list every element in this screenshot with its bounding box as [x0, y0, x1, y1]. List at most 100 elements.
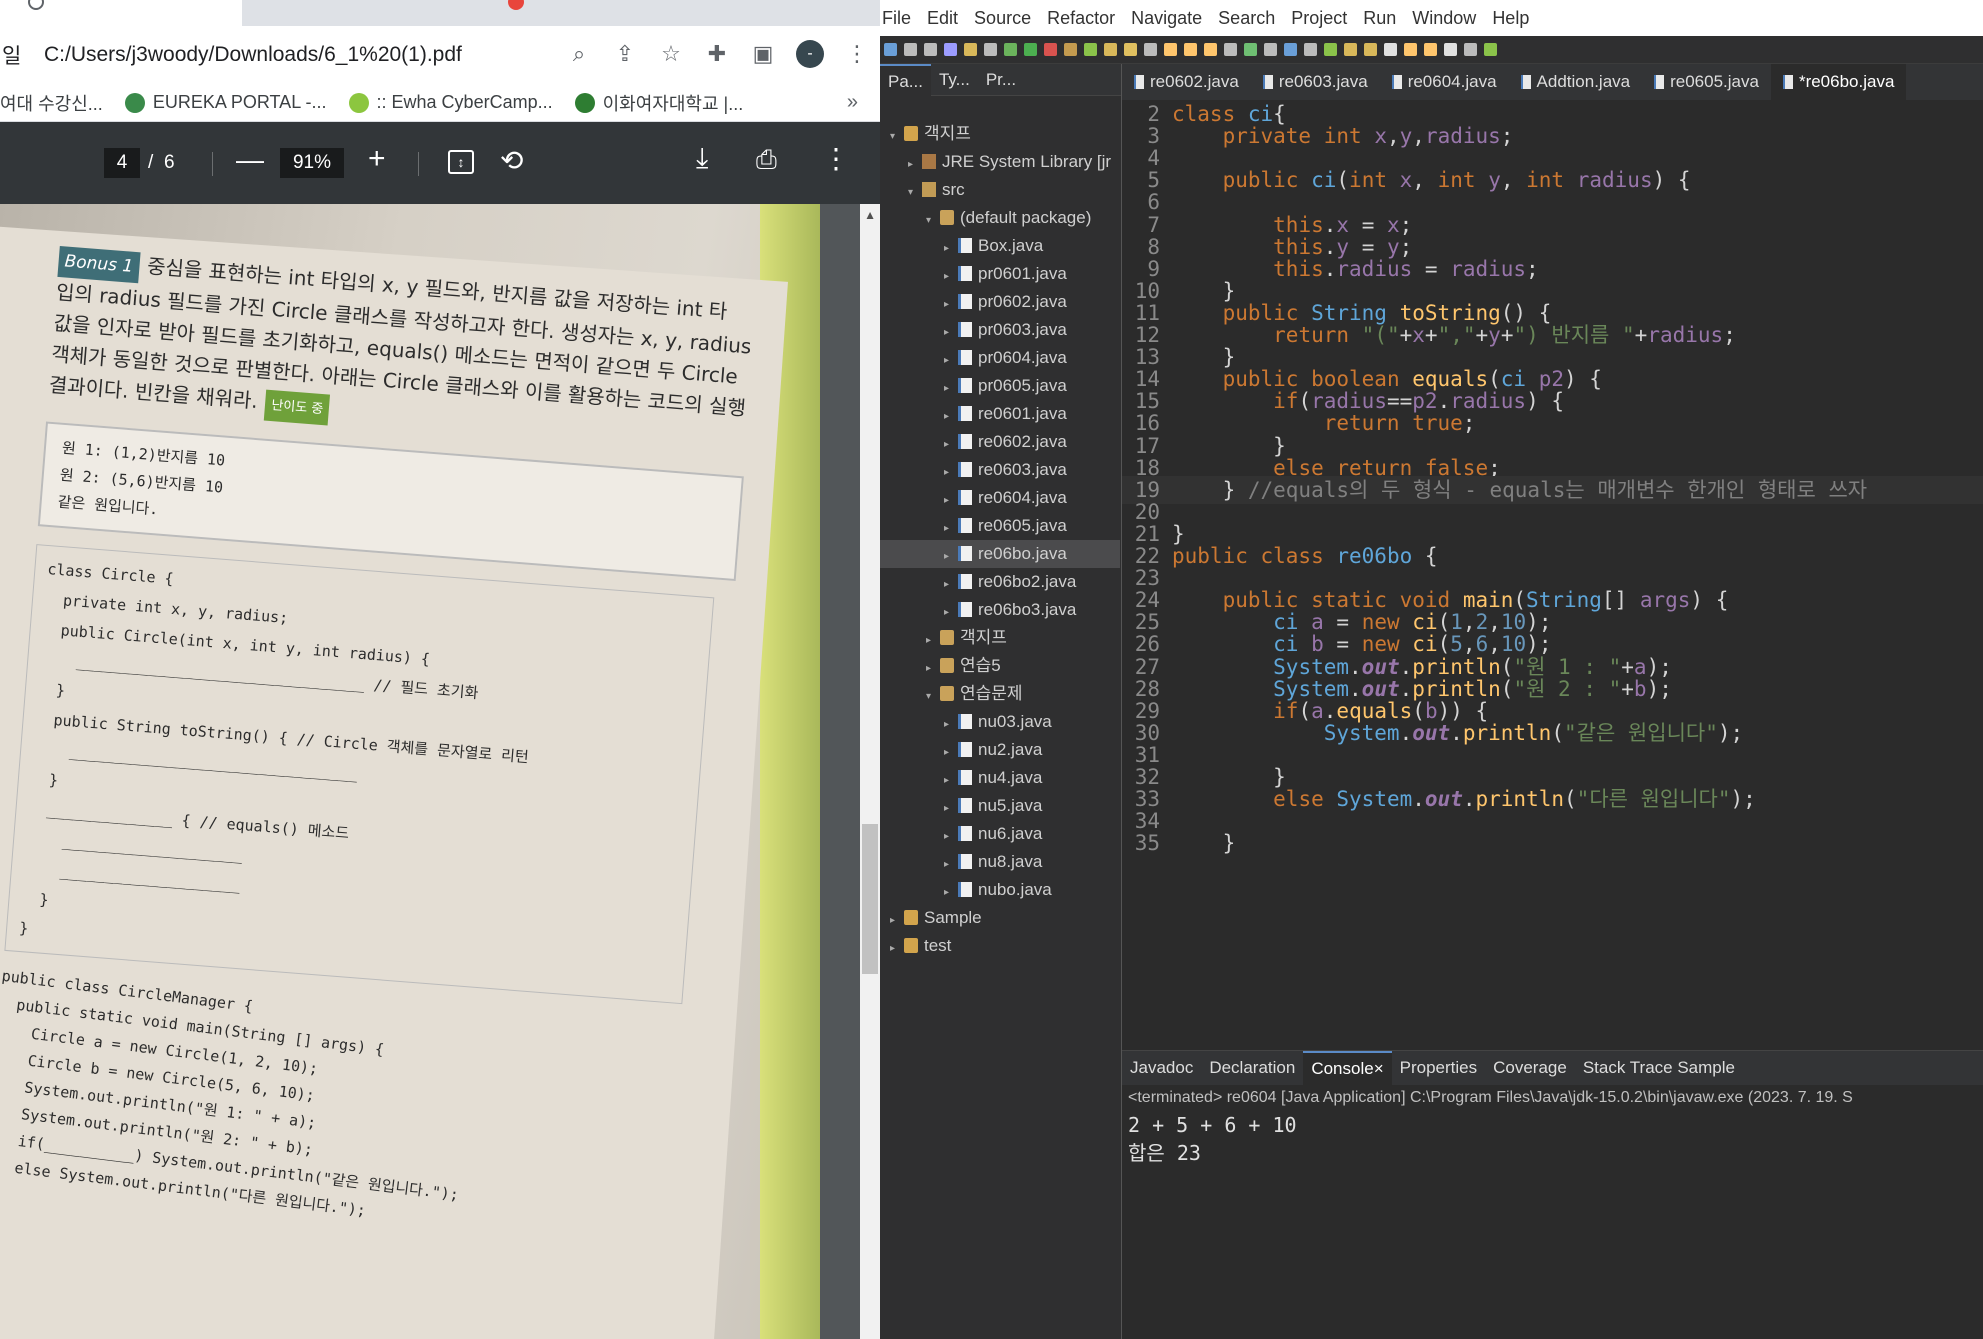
- collapsed-chevron-icon[interactable]: ▸: [944, 375, 958, 403]
- collapsed-chevron-icon[interactable]: ▸: [944, 487, 958, 515]
- tree-item[interactable]: ▾ (default package): [880, 204, 1120, 232]
- toolbar-button-icon[interactable]: [1384, 43, 1397, 56]
- collapsed-chevron-icon[interactable]: ▸: [944, 767, 958, 795]
- collapsed-chevron-icon[interactable]: ▸: [944, 823, 958, 851]
- share-icon[interactable]: ⇪: [612, 41, 638, 67]
- toolbar-button-icon[interactable]: [1224, 43, 1237, 56]
- collapsed-chevron-icon[interactable]: ▸: [944, 543, 958, 571]
- collapsed-chevron-icon[interactable]: ▸: [944, 739, 958, 767]
- scroll-up-icon[interactable]: ▲: [864, 208, 876, 222]
- more-actions-icon[interactable]: ⋮: [822, 142, 850, 175]
- toolbar-button-icon[interactable]: [984, 43, 997, 56]
- toolbar-button-icon[interactable]: [1084, 43, 1097, 56]
- tree-item[interactable]: ▸ nubo.java: [880, 876, 1120, 904]
- bookmark-item[interactable]: 이화여자대학교 |...: [574, 90, 743, 116]
- bottom-tab-stack-trace-sample[interactable]: Stack Trace Sample: [1575, 1051, 1743, 1085]
- collapsed-chevron-icon[interactable]: ▸: [890, 907, 904, 935]
- tree-item[interactable]: ▸ Box.java: [880, 232, 1120, 260]
- zoom-out-icon[interactable]: —: [236, 144, 264, 176]
- collapsed-chevron-icon[interactable]: ▸: [944, 347, 958, 375]
- toolbar-button-icon[interactable]: [1344, 43, 1357, 56]
- collapsed-chevron-icon[interactable]: ▸: [926, 627, 940, 655]
- tree-item[interactable]: ▸ test: [880, 932, 1120, 960]
- collapsed-chevron-icon[interactable]: ▸: [944, 263, 958, 291]
- menu-navigate[interactable]: Navigate: [1131, 8, 1202, 29]
- tree-item[interactable]: ▸ nu6.java: [880, 820, 1120, 848]
- collapsed-chevron-icon[interactable]: ▸: [944, 851, 958, 879]
- tree-item[interactable]: ▸ nu8.java: [880, 848, 1120, 876]
- toolbar-button-icon[interactable]: [1304, 43, 1317, 56]
- menu-project[interactable]: Project: [1291, 8, 1347, 29]
- toolbar-button-icon[interactable]: [1364, 43, 1377, 56]
- bottom-tab-properties[interactable]: Properties: [1392, 1051, 1485, 1085]
- editor-tab[interactable]: re0603.java: [1251, 64, 1380, 100]
- toolbar-button-icon[interactable]: [1204, 43, 1217, 56]
- toolbar-button-icon[interactable]: [1024, 43, 1037, 56]
- collapsed-chevron-icon[interactable]: ▸: [926, 655, 940, 683]
- zoom-in-icon[interactable]: +: [368, 142, 386, 176]
- toolbar-button-icon[interactable]: [944, 43, 957, 56]
- zoom-level-input[interactable]: 91%: [280, 148, 344, 178]
- toolbar-button-icon[interactable]: [1184, 43, 1197, 56]
- menu-edit[interactable]: Edit: [927, 8, 958, 29]
- fit-page-icon[interactable]: ↕: [448, 150, 474, 174]
- tree-item[interactable]: ▸ nu5.java: [880, 792, 1120, 820]
- page-number-input[interactable]: 4: [104, 148, 140, 178]
- toolbar-button-icon[interactable]: [1164, 43, 1177, 56]
- toolbar-button-icon[interactable]: [1404, 43, 1417, 56]
- chrome-menu-icon[interactable]: ⋮: [844, 41, 870, 67]
- pdf-viewport[interactable]: Bonus 1 중심을 표현하는 int 타입의 x, y 필드와, 반지름 값을…: [0, 204, 880, 1339]
- bottom-tab-coverage[interactable]: Coverage: [1485, 1051, 1575, 1085]
- expanded-chevron-icon[interactable]: ▾: [890, 123, 904, 151]
- bookmarks-more-icon[interactable]: »: [847, 91, 858, 114]
- rotate-icon[interactable]: ⟲: [500, 144, 523, 177]
- tree-item[interactable]: ▸ re0604.java: [880, 484, 1120, 512]
- menu-file[interactable]: File: [882, 8, 911, 29]
- editor-tab[interactable]: *re06bo.java: [1770, 64, 1907, 100]
- bottom-tab-console[interactable]: Console ×: [1303, 1051, 1392, 1085]
- menu-window[interactable]: Window: [1412, 8, 1476, 29]
- tree-item[interactable]: ▸ re06bo2.java: [880, 568, 1120, 596]
- toolbar-button-icon[interactable]: [1424, 43, 1437, 56]
- bookmark-item[interactable]: EUREKA PORTAL -...: [124, 92, 327, 113]
- tab-other[interactable]: [246, 0, 524, 20]
- editor-tab[interactable]: Addtion.java: [1509, 64, 1643, 100]
- explorer-tab[interactable]: Ty...: [931, 70, 978, 90]
- collapsed-chevron-icon[interactable]: ▸: [944, 795, 958, 823]
- toolbar-button-icon[interactable]: [1264, 43, 1277, 56]
- toolbar-button-icon[interactable]: [1124, 43, 1137, 56]
- console-output[interactable]: 2 + 5 + 6 + 10 합은 23: [1122, 1111, 1983, 1167]
- toolbar-button-icon[interactable]: [1324, 43, 1337, 56]
- editor-tab[interactable]: re0602.java: [1122, 64, 1251, 100]
- bookmark-item[interactable]: 여대 수강신...: [0, 90, 103, 116]
- close-icon[interactable]: ×: [1374, 1059, 1384, 1079]
- code-editor[interactable]: 2 class ci{3 private int x,y,radius; 4 5 pu…: [1122, 100, 1983, 1050]
- tree-item[interactable]: ▸ re0603.java: [880, 456, 1120, 484]
- tree-item[interactable]: ▸ re06bo.java: [880, 540, 1120, 568]
- download-icon[interactable]: ⤓: [696, 142, 708, 175]
- tree-item[interactable]: ▸ Sample: [880, 904, 1120, 932]
- tree-item[interactable]: ▸ 연습5: [880, 652, 1120, 680]
- tree-item[interactable]: ▸ re0601.java: [880, 400, 1120, 428]
- bottom-tab-javadoc[interactable]: Javadoc: [1122, 1051, 1201, 1085]
- zoom-icon[interactable]: ⌕: [566, 41, 592, 67]
- editor-tab[interactable]: re0604.java: [1380, 64, 1509, 100]
- toolbar-button-icon[interactable]: [1244, 43, 1257, 56]
- toolbar-button-icon[interactable]: [924, 43, 937, 56]
- address-bar[interactable]: 일 C:/Users/j3woody/Downloads/6_1%20(1).p…: [0, 26, 880, 84]
- collapsed-chevron-icon[interactable]: ▸: [908, 151, 922, 179]
- toolbar-button-icon[interactable]: [964, 43, 977, 56]
- scroll-thumb[interactable]: [862, 824, 878, 974]
- editor-tab[interactable]: re0605.java: [1642, 64, 1771, 100]
- tree-item[interactable]: ▸ nu03.java: [880, 708, 1120, 736]
- collapsed-chevron-icon[interactable]: ▸: [944, 459, 958, 487]
- toolbar-button-icon[interactable]: [884, 43, 897, 56]
- toolbar-button-icon[interactable]: [1144, 43, 1157, 56]
- tree-item[interactable]: ▸ 객지프: [880, 624, 1120, 652]
- tree-item[interactable]: ▸ re06bo3.java: [880, 596, 1120, 624]
- tree-item[interactable]: ▸ pr0604.java: [880, 344, 1120, 372]
- toolbar-button-icon[interactable]: [1284, 43, 1297, 56]
- tab-pdf[interactable]: [0, 0, 242, 26]
- collapsed-chevron-icon[interactable]: ▸: [944, 711, 958, 739]
- collapsed-chevron-icon[interactable]: ▸: [944, 879, 958, 907]
